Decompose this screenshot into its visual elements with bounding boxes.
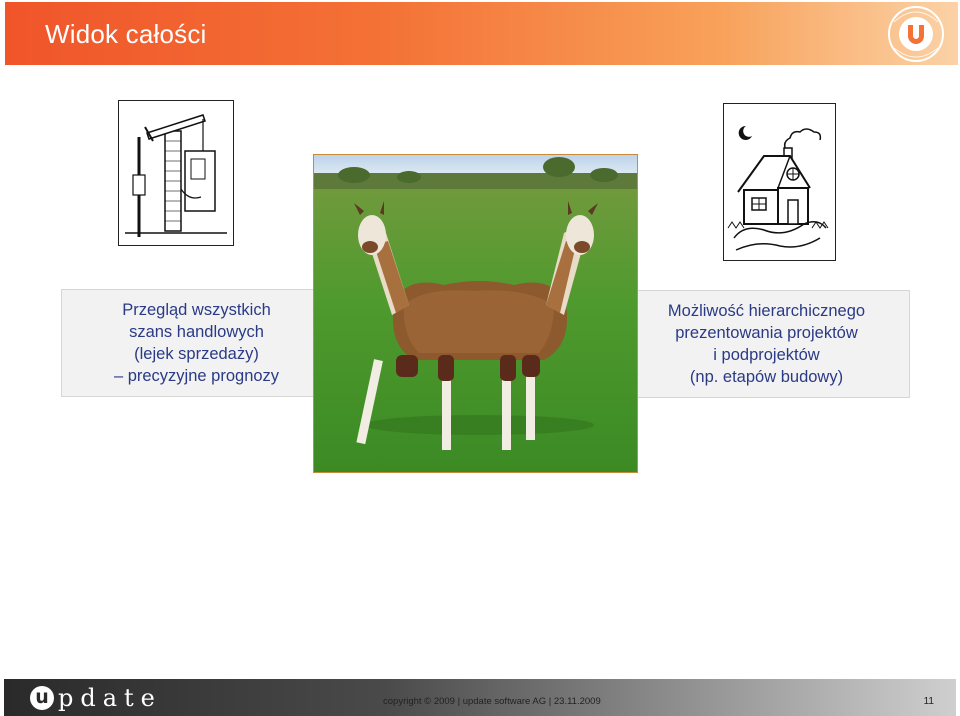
footer-bar: u pdate copyright © 2009 | update softwa… xyxy=(4,679,956,716)
copyright-text: copyright © 2009 | update software AG | … xyxy=(383,696,601,707)
project-hierarchy-description: Możliwość hierarchicznego prezentowania … xyxy=(623,290,910,398)
pump-sketch-image xyxy=(118,100,234,246)
card-line: (np. etapów budowy) xyxy=(689,368,844,386)
house-sketch-image xyxy=(723,103,836,261)
logo-text: pdate xyxy=(58,684,162,712)
two-headed-llama-photo xyxy=(313,154,638,473)
card-line: Możliwość hierarchicznego xyxy=(667,302,866,320)
logo-u-icon: u xyxy=(30,686,54,710)
update-logo: u pdate xyxy=(30,683,162,713)
sales-funnel-description: Przegląd wszystkich szans handlowych (le… xyxy=(61,289,332,397)
update-badge-icon xyxy=(888,6,944,62)
page-number: 11 xyxy=(923,696,934,707)
card-line: (lejek sprzedaży) xyxy=(134,345,259,363)
card-line: – precyzyjne prognozy xyxy=(113,367,280,385)
card-line: prezentowania projektów xyxy=(675,324,858,342)
title-bar: Widok całości xyxy=(5,2,958,65)
card-line: i podprojektów xyxy=(713,346,820,364)
slide-title: Widok całości xyxy=(45,19,207,49)
card-line: Przegląd wszystkich xyxy=(122,301,271,319)
card-line: szans handlowych xyxy=(129,323,264,341)
